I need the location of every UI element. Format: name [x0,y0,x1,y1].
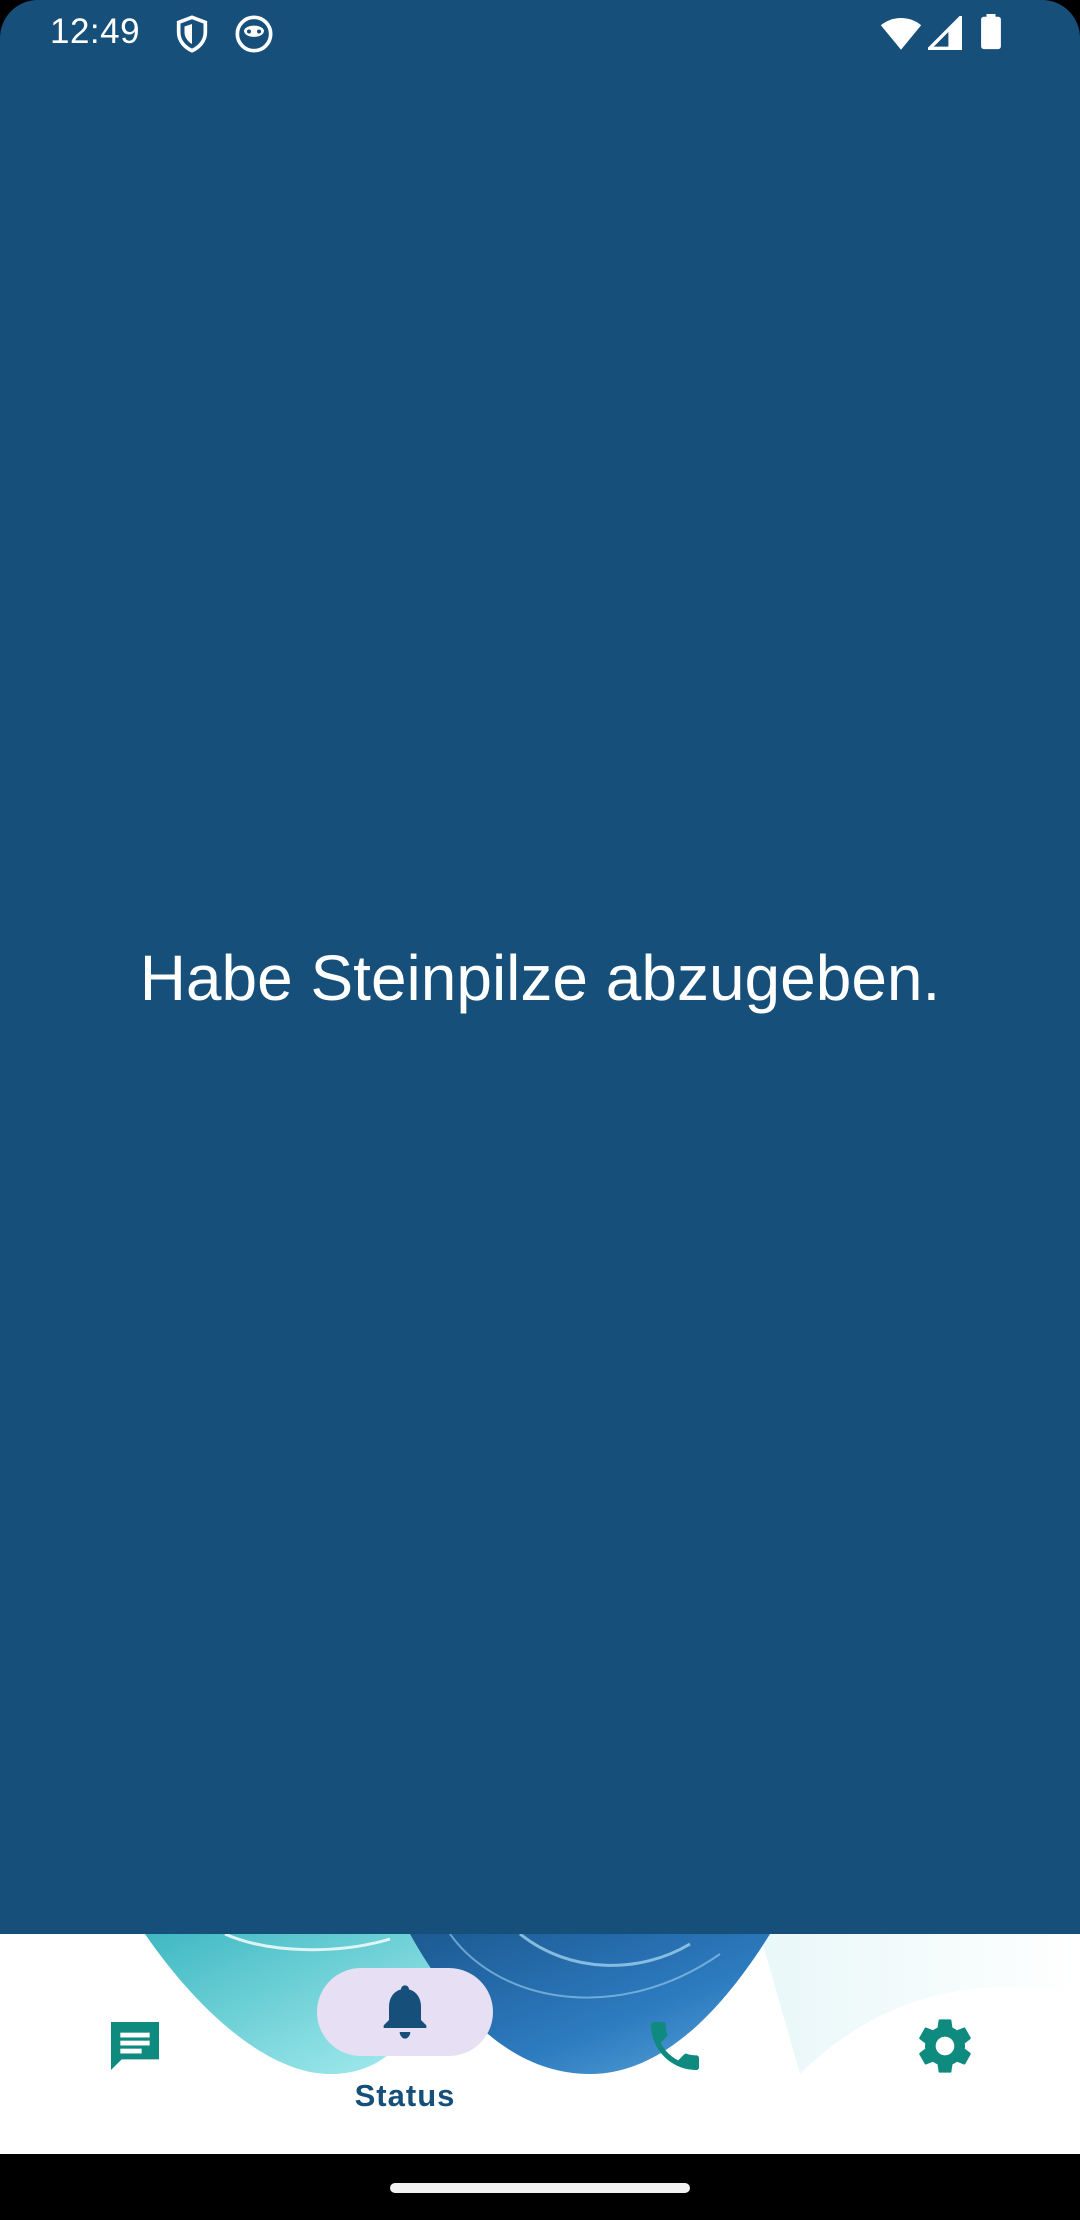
gesture-navigation-area [0,2154,1080,2220]
status-view: Habe Steinpilze abzugeben. [0,66,1080,1934]
home-indicator[interactable] [390,2183,690,2193]
shield-icon [176,15,208,53]
face-icon [235,15,273,53]
nav-messages[interactable] [70,1934,200,2154]
status-bar: 12:49 [0,0,1080,66]
gear-icon [919,2019,971,2073]
nav-status[interactable]: Status [300,1934,510,2154]
nav-calls[interactable] [610,1934,740,2154]
status-time: 12:49 [50,12,141,51]
nav-status-label: Status [354,2078,456,2113]
wifi-icon [880,18,922,50]
nav-settings[interactable] [880,1934,1010,2154]
battery-icon [981,14,1001,50]
bottom-navigation: Status [0,1934,1080,2154]
bell-icon [383,1985,427,2039]
message-icon [111,2022,159,2070]
phone-icon [651,2022,699,2070]
status-message: Habe Steinpilze abzugeben. [139,942,941,1014]
app-screen: 12:49 Habe Steinpilze abzugeben. Status [0,0,1080,2220]
cell-signal-icon [928,16,962,50]
